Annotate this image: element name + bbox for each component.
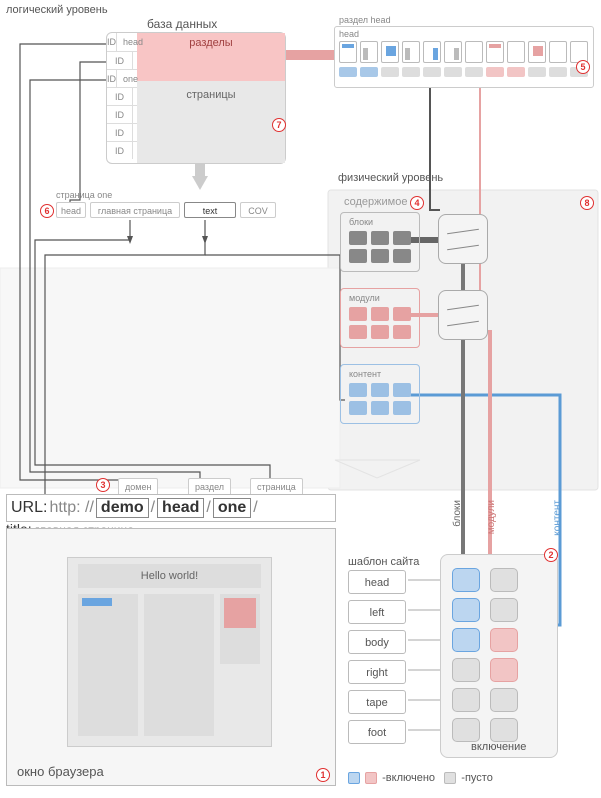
inc-head-modules <box>490 568 518 592</box>
slot <box>339 41 357 63</box>
db-pages-label: страницы <box>137 81 285 109</box>
url-page: one <box>213 498 251 518</box>
badge-7: 7 <box>272 118 286 132</box>
url-domain: demo <box>96 498 149 518</box>
badge-6: 6 <box>40 204 54 218</box>
browser-page-mock: Hello world! <box>67 557 272 747</box>
slot <box>465 41 483 63</box>
switch-blocks <box>438 214 488 264</box>
badge-8: 8 <box>580 196 594 210</box>
vlabel-blocks: блоки <box>452 500 463 527</box>
site-template-label: шаблон сайта <box>348 556 419 568</box>
badge-4: 4 <box>410 196 424 210</box>
section-head-title: раздел head <box>339 15 391 25</box>
inc-foot-blocks <box>452 718 480 742</box>
badge-1: 1 <box>316 768 330 782</box>
db-row: ID <box>107 87 137 105</box>
mock-body <box>144 594 214 736</box>
tmpl-foot: foot <box>348 720 406 744</box>
inc-tape-blocks <box>452 688 480 712</box>
inc-body-blocks <box>452 628 480 652</box>
db-sections-label: разделы <box>137 33 285 53</box>
inc-left-modules <box>490 598 518 622</box>
cell-main: главная страница <box>90 202 180 218</box>
cell-cov: COV <box>240 202 276 218</box>
badge-5: 5 <box>576 60 590 74</box>
badge-3: 3 <box>96 478 110 492</box>
db-row: ID <box>107 105 137 123</box>
inc-right-modules <box>490 658 518 682</box>
legend-red-icon <box>365 772 377 784</box>
slot <box>360 41 378 63</box>
legend-empty-text: -пусто <box>461 772 493 784</box>
slot <box>402 41 420 63</box>
inclusion-label: включение <box>471 741 526 753</box>
db-row: ID <box>107 123 137 141</box>
content-grid: контент <box>340 364 420 424</box>
mock-right <box>220 594 260 664</box>
url-bar: URL: http: // demo/ head/ one/ <box>6 494 336 522</box>
blocks-label: блоки <box>349 217 373 227</box>
legend-on-text: -включено <box>382 772 435 784</box>
content-label: контент <box>349 369 381 379</box>
section-head-sub: head <box>339 29 359 39</box>
cell-head: head <box>56 202 86 218</box>
cell-text: text <box>184 202 236 218</box>
db-row: ID <box>107 51 137 69</box>
url-proto: http: // <box>49 499 93 517</box>
modules-grid: модули <box>340 288 420 348</box>
inc-right-blocks <box>452 658 480 682</box>
switch-modules <box>438 290 488 340</box>
db-sections-band: разделы <box>137 33 285 81</box>
inc-foot-modules <box>490 718 518 742</box>
tmpl-head: head <box>348 570 406 594</box>
mock-head: Hello world! <box>78 564 261 588</box>
slot <box>381 41 399 63</box>
inc-left-blocks <box>452 598 480 622</box>
browser-window: Hello world! окно браузера <box>6 528 336 786</box>
page-one-title: страница one <box>56 190 112 200</box>
template-slots-below <box>339 67 588 77</box>
slot <box>528 41 546 63</box>
slot <box>549 41 567 63</box>
tmpl-tape: tape <box>348 690 406 714</box>
db-row: IDone <box>107 69 137 87</box>
database-panel: база данных разделы страницы IDhead ID I… <box>106 32 286 164</box>
blocks-grid: блоки <box>340 212 420 272</box>
inc-head-blocks <box>452 568 480 592</box>
url-prefix: URL: <box>11 499 47 517</box>
vlabel-modules: модули <box>486 500 497 534</box>
tmpl-right: right <box>348 660 406 684</box>
slot <box>423 41 441 63</box>
legend: -включено -пусто <box>348 772 493 784</box>
db-pages-band: страницы <box>137 81 285 163</box>
modules-label: модули <box>349 293 380 303</box>
slot <box>507 41 525 63</box>
url-section: head <box>157 498 204 518</box>
legend-blue-icon <box>348 772 360 784</box>
vlabel-content: контент <box>552 500 563 536</box>
db-row: IDhead <box>107 33 137 51</box>
slot <box>486 41 504 63</box>
legend-gray-icon <box>444 772 456 784</box>
slot <box>444 41 462 63</box>
browser-window-label: окно браузера <box>17 764 104 779</box>
template-slots-strip <box>339 41 588 63</box>
content-group-label: содержимое <box>344 196 407 208</box>
physical-level-label: физический уровень <box>338 172 443 184</box>
db-row: ID <box>107 141 137 159</box>
database-title: база данных <box>147 17 217 31</box>
inc-tape-modules <box>490 688 518 712</box>
tmpl-left: left <box>348 600 406 624</box>
badge-2: 2 <box>544 548 558 562</box>
mock-left <box>78 594 138 736</box>
tmpl-body: body <box>348 630 406 654</box>
inc-body-modules <box>490 628 518 652</box>
section-head-panel: раздел head head <box>334 26 594 88</box>
logical-level-label: логический уровень <box>6 4 108 16</box>
